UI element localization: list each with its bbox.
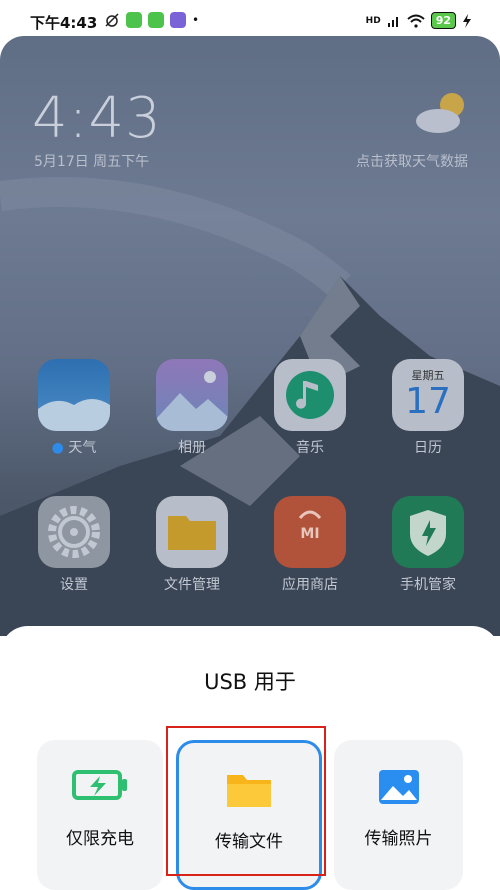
weather-hint[interactable]: 点击获取天气数据: [356, 151, 468, 171]
app-settings[interactable]: 设置: [35, 496, 113, 594]
battery-indicator: 92: [430, 12, 456, 29]
wifi-icon: [407, 14, 425, 28]
option-transfer-photos[interactable]: 传输照片: [334, 740, 463, 890]
store-brand-text: mi: [300, 526, 320, 542]
app-music[interactable]: 音乐: [271, 359, 349, 457]
folder-icon: [156, 496, 228, 568]
app-gallery[interactable]: 相册: [153, 359, 231, 457]
app-calendar[interactable]: 星期五 17 日历: [389, 359, 467, 457]
app-notification-icon: [126, 12, 142, 28]
status-time: 下午4:43: [30, 14, 98, 32]
app-notification-icon: [148, 12, 164, 28]
charging-bolt-icon: [463, 13, 471, 28]
app-file-manager[interactable]: 文件管理: [153, 496, 231, 594]
music-icon: [274, 359, 346, 431]
gallery-icon: [156, 359, 228, 431]
app-label-weather: 天气: [68, 440, 97, 456]
option-charge-only[interactable]: 仅限充电: [37, 740, 163, 890]
option-label-charge: 仅限充电: [66, 829, 134, 849]
app-label-settings: 设置: [60, 577, 88, 593]
weather-icon: [38, 359, 110, 431]
usb-sheet-title: USB 用于: [204, 670, 296, 694]
calendar-day: 17: [405, 381, 451, 422]
app-label-music: 音乐: [296, 440, 324, 456]
app-store[interactable]: mi 应用商店: [271, 496, 349, 594]
status-bar: 下午4:43 • HD 92: [0, 0, 500, 40]
app-label-gallery: 相册: [178, 440, 206, 456]
lockscreen-clock: 4:43: [32, 86, 162, 151]
app-security[interactable]: 手机管家: [389, 496, 467, 594]
app-label-calendar: 日历: [414, 440, 442, 456]
home-screen-background: 4:43 5月17日 周五下午 点击获取天气数据 ● 天气 相册 音乐 星期五 …: [0, 36, 500, 636]
battery-charge-icon: [72, 770, 127, 800]
highlight-annotation-frame: [166, 726, 326, 876]
settings-icon: [38, 496, 110, 568]
camera-notification-icon: [170, 12, 186, 28]
signal-label: HD: [365, 15, 381, 26]
weather-widget-icon[interactable]: [414, 91, 468, 135]
option-label-photos: 传输照片: [364, 829, 433, 849]
app-store-icon: mi: [274, 496, 346, 568]
alarm-off-icon: [105, 13, 119, 27]
app-label-file-manager: 文件管理: [164, 577, 220, 593]
photo-icon: [378, 770, 419, 804]
status-right: HD 92: [366, 12, 472, 29]
signal-icon: [387, 16, 398, 27]
app-label-security: 手机管家: [400, 577, 456, 593]
notification-icons: •: [104, 12, 199, 28]
app-weather[interactable]: ● 天气: [35, 359, 113, 457]
more-dot-icon: •: [192, 13, 200, 27]
lockscreen-date: 5月17日 周五下午: [34, 154, 150, 170]
app-label-store: 应用商店: [282, 577, 338, 593]
calendar-icon: 星期五 17: [392, 359, 464, 431]
security-shield-icon: [392, 496, 464, 568]
